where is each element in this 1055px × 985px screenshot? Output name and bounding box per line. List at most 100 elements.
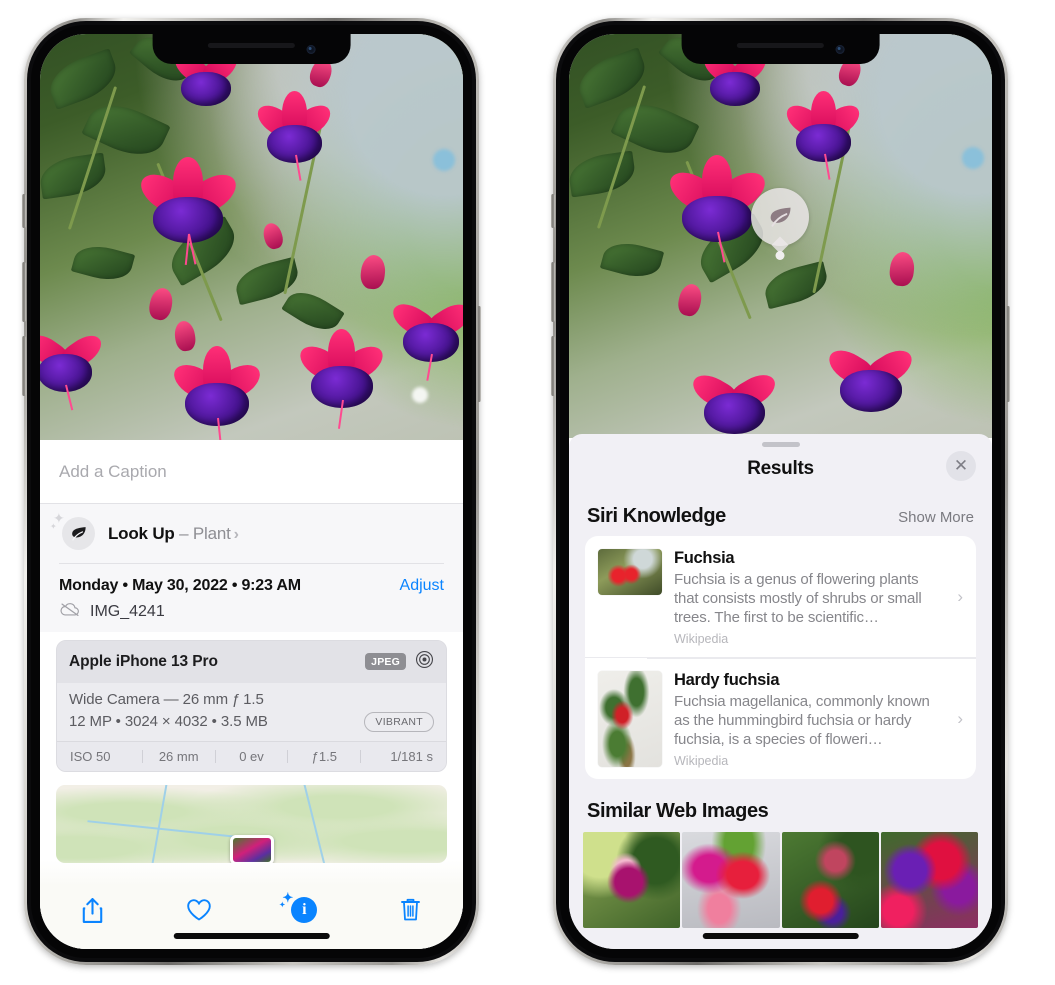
photographic-style-badge: VIBRANT [364,711,434,732]
results-header: Results ✕ [569,447,992,486]
earpiece-speaker [207,43,296,48]
list-item[interactable]: Fuchsia Fuchsia is a genus of flowering … [585,536,976,657]
results-title: Results [747,458,814,479]
look-up-row[interactable]: ✦ ✦ Look Up – Plant › [40,503,463,563]
similar-image-3[interactable] [781,832,879,929]
scroll-fade [40,860,463,886]
adjust-button[interactable]: Adjust [400,577,444,595]
screenshot-root: Add a Caption ✦ ✦ Look Up – Plant › Mond… [0,0,1055,985]
left-phone-device: Add a Caption ✦ ✦ Look Up – Plant › Mond… [22,18,481,965]
notch [681,34,880,64]
close-icon[interactable]: ✕ [946,451,976,481]
similar-image-4[interactable] [880,832,978,929]
list-item[interactable]: Hardy fuchsia Fuchsia magellanica, commo… [585,657,976,779]
siri-knowledge-card: Fuchsia Fuchsia is a genus of flowering … [585,536,976,780]
similar-image-1[interactable] [583,832,681,929]
chevron-right-icon: › [957,708,963,728]
result-title: Hardy fuchsia [674,671,780,690]
left-phone-screen: Add a Caption ✦ ✦ Look Up – Plant › Mond… [40,34,463,949]
look-up-title: Look Up [108,523,175,543]
divider [647,658,976,659]
mute-switch[interactable] [22,194,26,228]
capture-date: Monday • May 30, 2022 • 9:23 AM [59,576,301,594]
filename: IMG_4241 [90,602,165,620]
location-map-thumbnail[interactable] [56,784,447,863]
exif-stats-row: ISO 50 26 mm 0 ev ƒ1.5 1/181 s [57,740,446,771]
leaf-icon [770,207,791,227]
cloud-slash-icon [59,602,81,622]
mute-switch[interactable] [551,194,555,228]
exif-body: Wide Camera — 26 mm ƒ 1.5 12 MP • 3024 ×… [57,682,446,741]
fuchsia-bloom [687,357,781,438]
result-source: Wikipedia [674,754,729,769]
exif-header: Apple iPhone 13 Pro JPEG [57,640,446,683]
fuchsia-bloom [133,157,243,266]
volume-up-button[interactable] [551,262,555,322]
volume-up-button[interactable] [22,262,26,322]
photo-viewer[interactable] [40,34,463,444]
exif-focal-length: 26 mm [158,748,199,764]
fuchsia-bloom [781,90,867,180]
exif-card[interactable]: Apple iPhone 13 Pro JPEG Wide Camera — 2… [56,639,447,772]
lens-info: Wide Camera — 26 mm ƒ 1.5 [69,690,264,708]
share-button[interactable] [73,894,113,926]
fuchsia-bloom [40,321,107,411]
format-badge: JPEG [365,653,406,670]
home-indicator[interactable] [702,933,859,939]
fuchsia-bloom [823,333,919,417]
look-up-label: Look Up – Plant › [108,524,239,544]
look-up-dash: – [174,523,193,543]
chevron-right-icon: › [957,586,963,606]
show-more-button[interactable]: Show More [898,509,974,526]
volume-down-button[interactable] [551,336,555,396]
caption-input[interactable]: Add a Caption [40,440,463,503]
result-description: Fuchsia magellanica, commonly known as t… [674,693,930,749]
similar-web-images-strip[interactable] [569,832,992,929]
photo-toolbar: ✦ ✦ i [40,886,463,949]
result-thumbnail [598,549,662,595]
divider [59,563,444,564]
image-size-info: 12 MP • 3024 × 4032 • 3.5 MB [69,713,268,730]
photo-viewer[interactable] [569,34,992,438]
volume-down-button[interactable] [22,336,26,396]
photo-metadata-block: Monday • May 30, 2022 • 9:23 AM Adjust I… [40,563,463,632]
home-indicator[interactable] [173,933,330,939]
info-glyph: i [302,901,307,918]
power-button[interactable] [477,306,481,402]
look-up-subject: Plant [192,523,231,543]
result-description: Fuchsia is a genus of flowering plants t… [674,571,922,627]
result-source: Wikipedia [674,632,729,647]
siri-knowledge-header: Siri Knowledge Show More [569,486,992,536]
result-title: Fuchsia [674,549,735,567]
fuchsia-bloom [252,91,338,181]
info-button[interactable]: ✦ ✦ i [279,891,324,926]
map-road [302,784,328,863]
exif-iso: ISO 50 [70,748,111,764]
similar-image-2[interactable] [682,832,780,929]
delete-button[interactable] [390,894,430,926]
sparkle-small-icon: ✦ [279,901,286,909]
power-button[interactable] [1006,306,1010,402]
notch [152,34,351,64]
exif-exposure-comp: 0 ev [239,748,264,764]
visual-look-up-badge[interactable] [750,187,809,254]
right-phone-device: Results ✕ Siri Knowledge Show More Fuchs… [551,18,1010,965]
map-road [149,784,168,863]
map-photo-pin [229,834,274,863]
aperture-icon [415,650,434,674]
camera-device: Apple iPhone 13 Pro [69,652,218,670]
chevron-right-icon: › [233,525,239,543]
right-phone-screen: Results ✕ Siri Knowledge Show More Fuchs… [569,34,992,949]
fuchsia-bloom [167,345,267,444]
earpiece-speaker [736,43,825,48]
exif-shutter-speed: 1/181 s [390,748,433,764]
info-sparkle-icon: ✦ ✦ i [279,891,318,923]
bokeh-highlight [412,386,429,403]
sparkle-small-icon: ✦ [50,522,57,531]
leaf-icon: ✦ ✦ [50,511,95,550]
favorite-button[interactable] [179,894,219,926]
fuchsia-bloom [294,329,390,429]
section-title-similar-web-images: Similar Web Images [587,800,769,823]
photo-info-sheet: Add a Caption ✦ ✦ Look Up – Plant › Mond… [40,440,463,949]
front-camera [835,45,845,54]
